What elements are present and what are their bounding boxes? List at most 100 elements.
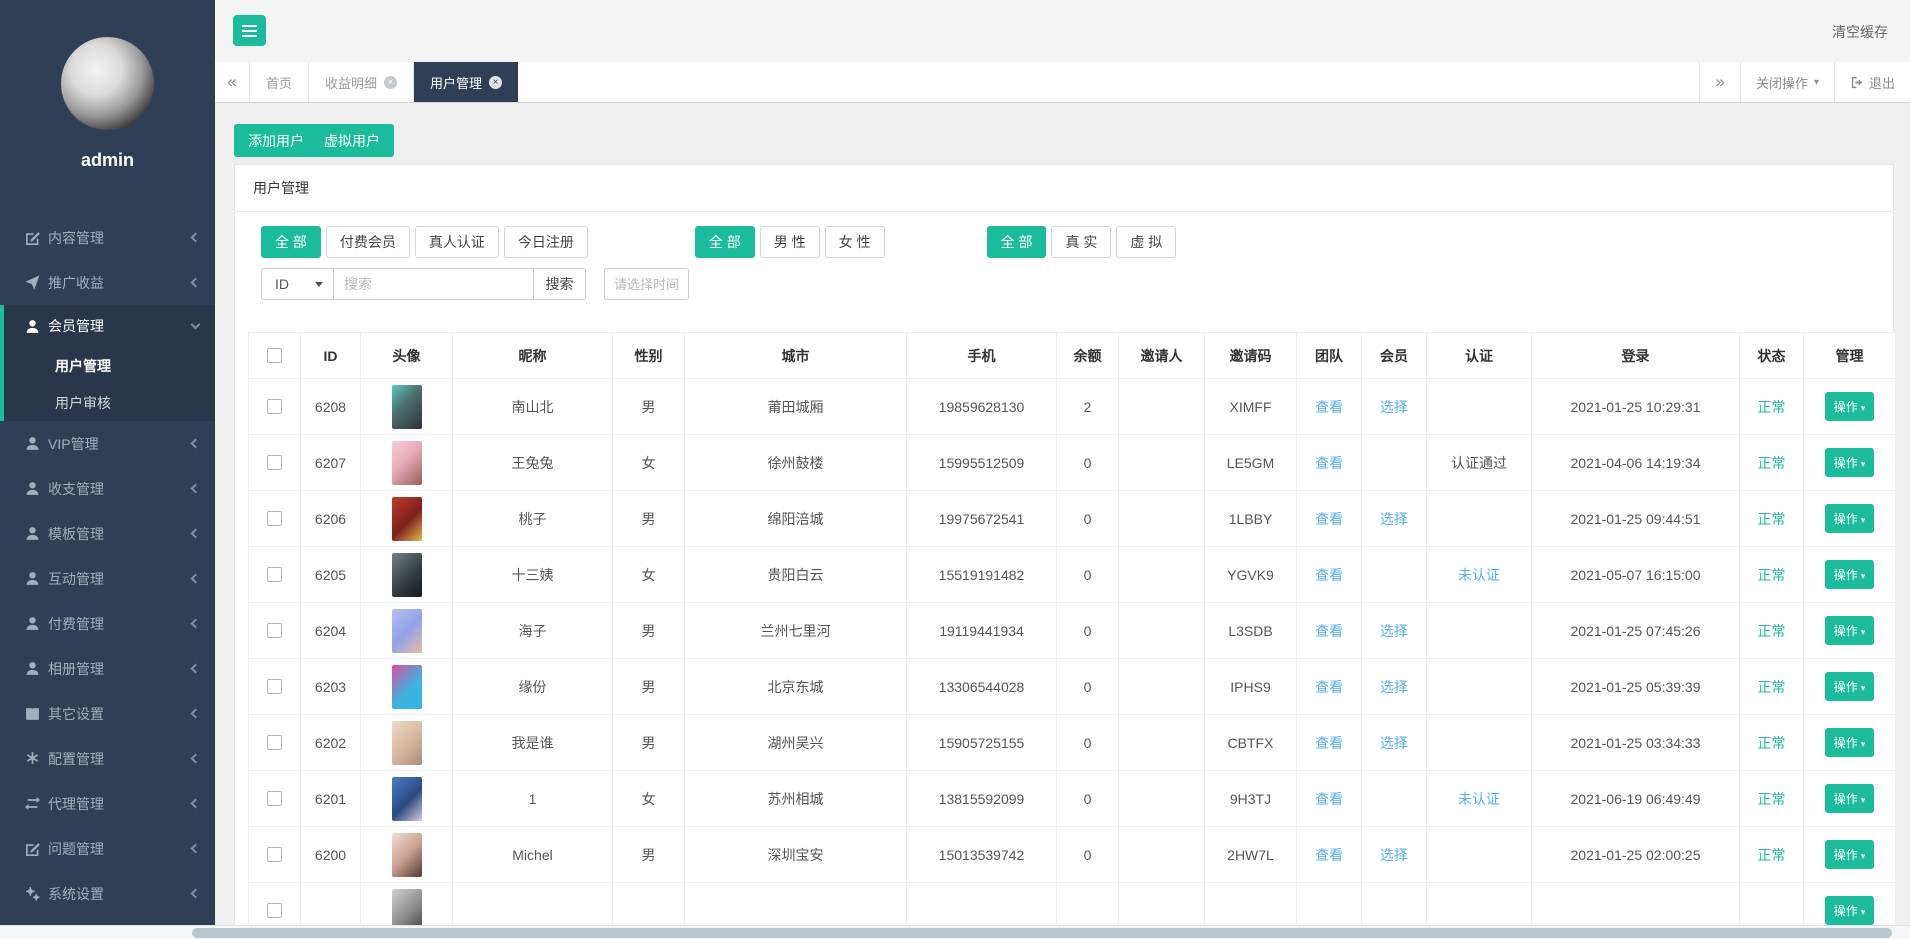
- search-field-select[interactable]: ID: [261, 268, 334, 300]
- row-checkbox[interactable]: [267, 511, 282, 526]
- filter-gender-male[interactable]: 男 性: [760, 226, 820, 258]
- select-all-checkbox[interactable]: [267, 348, 282, 363]
- row-checkbox[interactable]: [267, 735, 282, 750]
- row-actions-button[interactable]: 操作▾: [1825, 784, 1875, 813]
- view-team-link[interactable]: 查看: [1315, 847, 1343, 863]
- date-picker-input[interactable]: [604, 268, 689, 300]
- clear-cache-link[interactable]: 清空缓存: [1832, 22, 1888, 42]
- filter-real-all[interactable]: 全 部: [987, 226, 1047, 258]
- select-member-link[interactable]: 选择: [1380, 399, 1408, 415]
- cell-nickname: Michel: [453, 827, 613, 883]
- sidebar-item-other-settings[interactable]: 其它设置: [0, 691, 215, 736]
- sidebar-item-content[interactable]: 内容管理: [0, 215, 215, 260]
- sidebar-item-agent[interactable]: 代理管理: [0, 781, 215, 826]
- sidebar-item-income-expense[interactable]: 收支管理: [0, 466, 215, 511]
- row-checkbox[interactable]: [267, 455, 282, 470]
- close-tab-icon[interactable]: ×: [384, 76, 397, 89]
- sidebar-item-members[interactable]: 会员管理: [0, 305, 215, 347]
- view-team-link[interactable]: 查看: [1315, 511, 1343, 527]
- row-actions-button[interactable]: 操作▾: [1825, 448, 1875, 477]
- sidebar-item-label: 代理管理: [48, 794, 104, 814]
- sidebar-item-config[interactable]: 配置管理: [0, 736, 215, 781]
- view-team-link[interactable]: 查看: [1315, 679, 1343, 695]
- sidebar-item-questions[interactable]: 问题管理: [0, 826, 215, 871]
- filter-gender-female[interactable]: 女 性: [825, 226, 885, 258]
- sidebar-subitem-user-management[interactable]: 用户管理: [0, 347, 215, 384]
- view-team-link[interactable]: 查看: [1315, 399, 1343, 415]
- tab-home[interactable]: 首页: [250, 62, 309, 102]
- filter-virtual[interactable]: 虚 拟: [1116, 226, 1176, 258]
- row-actions-button[interactable]: 操作▾: [1825, 672, 1875, 701]
- filter-real-verified[interactable]: 真人认证: [415, 226, 499, 258]
- row-actions-button[interactable]: 操作▾: [1825, 728, 1875, 757]
- view-team-link[interactable]: 查看: [1315, 791, 1343, 807]
- view-team-link[interactable]: 查看: [1315, 735, 1343, 751]
- user-avatar: [392, 497, 422, 541]
- cell-phone: 13306544028: [907, 659, 1057, 715]
- row-checkbox[interactable]: [267, 679, 282, 694]
- filter-registered-today[interactable]: 今日注册: [504, 226, 588, 258]
- row-checkbox[interactable]: [267, 567, 282, 582]
- horizontal-scrollbar-thumb[interactable]: [192, 928, 1892, 938]
- cell-login-time: 2021-01-25 05:39:39: [1532, 659, 1740, 715]
- cell-auth-status[interactable]: 未认证: [1458, 567, 1500, 583]
- select-caret-icon: [315, 282, 323, 287]
- sidebar-item-album[interactable]: 相册管理: [0, 646, 215, 691]
- tab-income-detail[interactable]: 收益明细 ×: [309, 62, 414, 102]
- logout-button[interactable]: 退出: [1834, 62, 1910, 102]
- row-actions-button[interactable]: 操作▾: [1825, 504, 1875, 533]
- toggle-sidebar-button[interactable]: [233, 15, 266, 46]
- cell-inviter: [1119, 659, 1205, 715]
- filter-real[interactable]: 真 实: [1051, 226, 1111, 258]
- view-team-link[interactable]: 查看: [1315, 567, 1343, 583]
- row-checkbox[interactable]: [267, 623, 282, 638]
- close-operations-dropdown[interactable]: 关闭操作 ▾: [1740, 62, 1834, 102]
- tabs-scroll-left-icon[interactable]: «: [215, 62, 250, 102]
- sidebar-subitem-user-audit[interactable]: 用户审核: [0, 384, 215, 421]
- row-actions-button[interactable]: 操作▾: [1825, 560, 1875, 589]
- select-member-link[interactable]: 选择: [1380, 847, 1408, 863]
- row-checkbox[interactable]: [267, 791, 282, 806]
- tab-user-management[interactable]: 用户管理 ×: [414, 62, 518, 102]
- sidebar-item-interaction[interactable]: 互动管理: [0, 556, 215, 601]
- cell-phone: 15995512509: [907, 435, 1057, 491]
- row-actions-button[interactable]: 操作▾: [1825, 896, 1875, 925]
- select-member-link[interactable]: 选择: [1380, 735, 1408, 751]
- select-member-link[interactable]: 选择: [1380, 511, 1408, 527]
- sidebar-item-template[interactable]: 模板管理: [0, 511, 215, 556]
- cell-auth-status[interactable]: 认证通过: [1451, 455, 1507, 471]
- sidebar-item-promotion[interactable]: 推广收益: [0, 260, 215, 305]
- user-avatar: [392, 889, 422, 926]
- select-member-link[interactable]: 选择: [1380, 679, 1408, 695]
- row-actions-button[interactable]: 操作▾: [1825, 840, 1875, 869]
- row-checkbox[interactable]: [267, 399, 282, 414]
- select-member-link[interactable]: 选择: [1380, 623, 1408, 639]
- tabs-scroll-right-icon[interactable]: »: [1699, 62, 1739, 102]
- search-input[interactable]: [334, 268, 534, 300]
- cell-id: [301, 883, 361, 926]
- filter-gender-all[interactable]: 全 部: [695, 226, 755, 258]
- cell-inviter: [1119, 771, 1205, 827]
- user-icon: [25, 481, 40, 496]
- view-team-link[interactable]: 查看: [1315, 623, 1343, 639]
- filter-all-members[interactable]: 全 部: [261, 226, 321, 258]
- sidebar-item-vip[interactable]: VIP管理: [0, 421, 215, 466]
- sidebar-item-payment[interactable]: 付费管理: [0, 601, 215, 646]
- filter-paid-members[interactable]: 付费会员: [326, 226, 410, 258]
- cell-gender: 男: [613, 603, 685, 659]
- col-header-nickname: 昵称: [453, 333, 613, 379]
- add-user-button[interactable]: 添加用户: [234, 124, 318, 157]
- cell-auth-status[interactable]: 未认证: [1458, 791, 1500, 807]
- search-button[interactable]: 搜索: [534, 268, 586, 300]
- row-checkbox[interactable]: [267, 903, 282, 918]
- row-actions-button[interactable]: 操作▾: [1825, 616, 1875, 645]
- sidebar-item-label: 推广收益: [48, 273, 104, 293]
- sidebar-item-system[interactable]: 系统设置: [0, 871, 215, 916]
- row-actions-button[interactable]: 操作▾: [1825, 392, 1875, 421]
- cell-inviter: [1119, 491, 1205, 547]
- close-tab-icon[interactable]: ×: [489, 76, 502, 89]
- row-checkbox[interactable]: [267, 847, 282, 862]
- view-team-link[interactable]: 查看: [1315, 455, 1343, 471]
- cell-invite-code: 9H3TJ: [1205, 771, 1297, 827]
- virtual-user-button[interactable]: 虚拟用户: [310, 124, 394, 157]
